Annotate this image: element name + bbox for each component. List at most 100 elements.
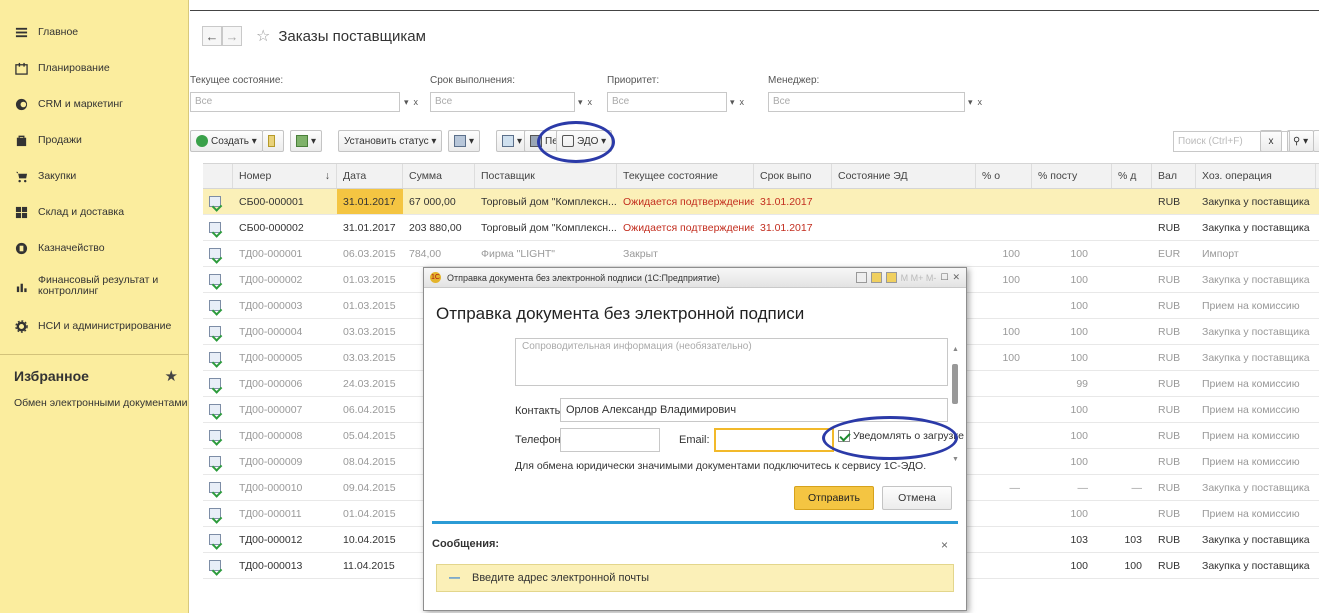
header-cell-supplier[interactable]: Поставщик bbox=[475, 164, 617, 188]
phone-input[interactable] bbox=[560, 428, 660, 452]
search-input[interactable]: Поиск (Ctrl+F) bbox=[1173, 131, 1290, 152]
back-button[interactable]: ← bbox=[202, 26, 222, 46]
row-icon-cell bbox=[203, 241, 233, 266]
info-text: Для обмена юридически значимыми документ… bbox=[515, 460, 927, 472]
message-item[interactable]: — Введите адрес электронной почты bbox=[436, 564, 954, 592]
cell-p1 bbox=[976, 501, 1032, 526]
favorites-title: Избранное bbox=[14, 368, 89, 384]
cell-date: 03.03.2015 bbox=[343, 351, 396, 364]
cell-op: Закупка у поставщика bbox=[1202, 351, 1310, 364]
cell-cur: RUB bbox=[1158, 507, 1181, 520]
header-cell-icon bbox=[203, 164, 233, 188]
phone-label: Телефон: bbox=[515, 434, 564, 446]
header-cell-sum[interactable]: Сумма bbox=[403, 164, 475, 188]
sidebar-item-purchases[interactable]: Закупки bbox=[0, 158, 188, 194]
sidebar-item-main[interactable]: Главное bbox=[0, 14, 188, 50]
cell-num: ТД00-000013 bbox=[239, 559, 303, 572]
star-icon[interactable]: ★ bbox=[165, 367, 178, 385]
cell-num: ТД00-000006 bbox=[239, 377, 303, 390]
table-row[interactable]: СБ00-000002 31.01.2017 203 880,00 Торговый … bbox=[203, 215, 1319, 241]
scroll-thumb[interactable] bbox=[952, 364, 958, 404]
filter-manager-label: Менеджер: bbox=[768, 75, 820, 86]
filter-due-input[interactable]: Все bbox=[430, 92, 575, 112]
calendar-tool-icon[interactable] bbox=[855, 272, 867, 283]
cell-num: ТД00-000010 bbox=[239, 481, 303, 494]
cell-sum: 203 880,00 bbox=[409, 221, 462, 234]
set-status-button[interactable]: Установить статус ▾ bbox=[338, 130, 443, 152]
scroll-down-icon[interactable]: ▼ bbox=[952, 456, 959, 463]
sidebar-item-warehouse[interactable]: Склад и доставка bbox=[0, 194, 188, 230]
header-cell-number[interactable]: Номер ↓ bbox=[233, 164, 337, 188]
header-cell-currency[interactable]: Вал bbox=[1152, 164, 1196, 188]
row-icon-cell bbox=[203, 345, 233, 370]
messages-close-icon[interactable]: × bbox=[941, 538, 948, 552]
cell-num: ТД00-000001 bbox=[239, 247, 303, 260]
cell-op: Прием на комиссию bbox=[1202, 299, 1300, 312]
row-icon-cell bbox=[203, 475, 233, 500]
dialog-scrollbar[interactable]: ▲ ▼ bbox=[950, 338, 960, 468]
cell-sum: 67 000,00 bbox=[409, 195, 456, 208]
dialog-tools: M M+ M- ☐ ✕ bbox=[855, 272, 966, 283]
sidebar-item-planning[interactable]: Планирование bbox=[0, 50, 188, 86]
document-posted-icon bbox=[209, 456, 221, 467]
sidebar-item-label: Главное bbox=[38, 25, 79, 38]
cell-p3 bbox=[1112, 371, 1152, 396]
header-cell-edo-state[interactable]: Состояние ЭД bbox=[832, 164, 976, 188]
cell-num: ТД00-000007 bbox=[239, 403, 303, 416]
filter-due-dropdown-icon[interactable]: ▾ x bbox=[578, 97, 592, 108]
header-cell-pct-received[interactable]: % посту bbox=[1032, 164, 1112, 188]
cell-edo bbox=[832, 215, 976, 240]
filter-priority-dropdown-icon[interactable]: ▾ x bbox=[730, 97, 744, 108]
sort-arrow-icon: ↓ bbox=[324, 170, 330, 182]
filter-priority-input[interactable]: Все bbox=[607, 92, 727, 112]
more-button[interactable]: Ещ bbox=[1313, 130, 1319, 152]
copy-button[interactable] bbox=[262, 130, 284, 152]
search-button[interactable]: ⚲ ▾ bbox=[1287, 130, 1315, 152]
scroll-up-icon[interactable]: ▲ bbox=[952, 346, 959, 353]
header-cell-state[interactable]: Текущее состояние bbox=[617, 164, 754, 188]
cell-p1 bbox=[976, 449, 1032, 474]
send-button[interactable]: Отправить bbox=[794, 486, 874, 510]
related-docs-button[interactable]: ▾ bbox=[290, 130, 323, 152]
cell-cur: EUR bbox=[1158, 247, 1181, 260]
notes-textarea[interactable]: Сопроводительная информация (необязатель… bbox=[515, 338, 948, 386]
cell-p3 bbox=[1112, 345, 1152, 370]
sidebar-item-admin[interactable]: НСИ и администрирование bbox=[0, 306, 188, 346]
edo-annotation-ring bbox=[537, 121, 615, 163]
calc-tool-icon[interactable] bbox=[870, 272, 882, 283]
cell-p3: 103 bbox=[1124, 533, 1142, 546]
sidebar-item-crm[interactable]: CRM и маркетинг bbox=[0, 86, 188, 122]
document-posted-icon bbox=[209, 404, 221, 415]
cancel-button[interactable]: Отмена bbox=[882, 486, 952, 510]
header-cell-pct-paid[interactable]: % о bbox=[976, 164, 1032, 188]
maximize-icon[interactable]: ☐ bbox=[940, 272, 948, 283]
sidebar-item-sales[interactable]: Продажи bbox=[0, 122, 188, 158]
sidebar-item-treasury[interactable]: Казначейство bbox=[0, 230, 188, 266]
document-posted-icon bbox=[209, 378, 221, 389]
favorite-star-icon[interactable]: ☆ bbox=[256, 26, 270, 46]
table-row[interactable]: ТД00-000001 06.03.2015 784,00 Фирма "LIGHT"… bbox=[203, 241, 1319, 267]
sidebar-item-finance[interactable]: Финансовый результат и контроллинг bbox=[0, 266, 188, 306]
header-cell-operation[interactable]: Хоз. операция bbox=[1196, 164, 1316, 188]
header-cell-pct-d[interactable]: % д bbox=[1112, 164, 1152, 188]
cell-p2 bbox=[1032, 215, 1112, 240]
email-input[interactable] bbox=[714, 428, 834, 452]
cell-p1 bbox=[976, 189, 1032, 214]
header-cell-date[interactable]: Дата bbox=[337, 164, 403, 188]
filter-state-input[interactable]: Все bbox=[190, 92, 400, 112]
filter-state-dropdown-icon[interactable]: ▾ x bbox=[404, 97, 418, 108]
memory-buttons[interactable]: M M+ M- bbox=[901, 273, 937, 283]
1c-logo-icon: 1C bbox=[430, 272, 441, 283]
header-label: Номер bbox=[239, 170, 272, 182]
calendar-31-icon[interactable] bbox=[885, 272, 897, 283]
favorites-item[interactable]: Обмен электронными документами bbox=[0, 385, 188, 409]
close-icon[interactable]: ✕ bbox=[952, 272, 960, 283]
create-button[interactable]: Создать ▾ bbox=[190, 130, 263, 152]
header-cell-due[interactable]: Срок выпо bbox=[754, 164, 832, 188]
filter-manager-input[interactable]: Все bbox=[768, 92, 965, 112]
report-button[interactable]: ▾ bbox=[448, 130, 481, 152]
filter-manager-dropdown-icon[interactable]: ▾ x bbox=[968, 97, 982, 108]
forward-button[interactable]: → bbox=[222, 26, 242, 46]
table-row[interactable]: СБ00-000001 31.01.2017 67 000,00 Торговый д… bbox=[203, 189, 1319, 215]
cell-op: Прием на комиссию bbox=[1202, 403, 1300, 416]
